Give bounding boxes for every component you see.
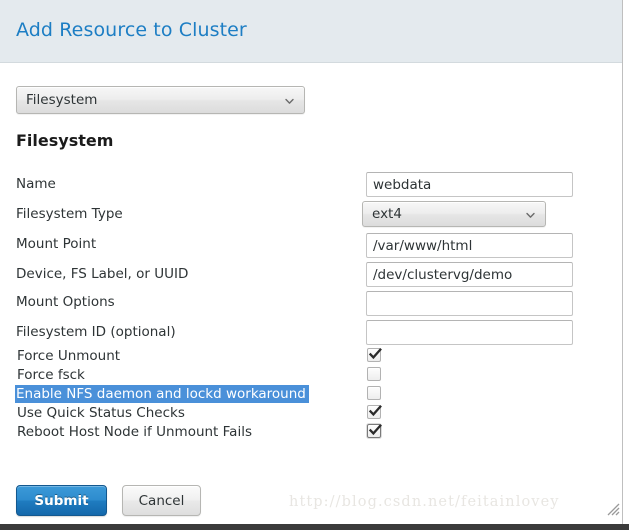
section-heading: Filesystem	[16, 131, 114, 150]
page-title: Add Resource to Cluster	[16, 19, 247, 41]
cancel-button-label: Cancel	[138, 492, 185, 509]
label-reboot-host-node[interactable]: Reboot Host Node if Unmount Fails	[16, 423, 254, 441]
mount-point-input[interactable]: /var/www/html	[366, 233, 573, 258]
label-force-fsck[interactable]: Force fsck	[16, 366, 87, 384]
label-device-fs-label-uuid: Device, FS Label, or UUID	[16, 266, 189, 282]
mount-options-input[interactable]	[366, 291, 573, 316]
watermark-text: http://blog.csdn.net/feitainlovey	[289, 494, 560, 510]
submit-button[interactable]: Submit	[16, 485, 107, 516]
dialog-header: Add Resource to Cluster	[0, 0, 622, 63]
label-use-quick-status[interactable]: Use Quick Status Checks	[16, 404, 187, 422]
label-filesystem-id: Filesystem ID (optional)	[16, 324, 176, 340]
resize-grip-icon[interactable]	[606, 501, 620, 516]
cancel-button[interactable]: Cancel	[122, 485, 201, 516]
label-name: Name	[16, 176, 56, 192]
filesystem-type-value: ext4	[372, 206, 402, 222]
chevron-down-icon	[284, 95, 295, 106]
label-mount-point: Mount Point	[16, 236, 97, 252]
name-input[interactable]: webdata	[366, 172, 573, 197]
resource-type-select[interactable]: Filesystem	[16, 86, 305, 114]
checkbox-use-quick-status[interactable]	[366, 402, 384, 420]
checkmark-icon	[366, 345, 384, 363]
device-fs-label-uuid-input[interactable]: /dev/clustervg/demo	[366, 262, 573, 287]
name-input-value: webdata	[373, 176, 432, 193]
label-enable-nfs-daemon[interactable]: Enable NFS daemon and lockd workaround	[15, 385, 309, 403]
add-resource-dialog: Add Resource to Cluster Filesystem Files…	[0, 0, 623, 524]
checkbox-force-unmount[interactable]	[366, 345, 384, 363]
window-bottom-edge	[0, 524, 629, 530]
chevron-down-icon	[525, 209, 536, 220]
checkbox-enable-nfs-daemon[interactable]	[367, 386, 381, 400]
filesystem-id-input[interactable]	[366, 320, 573, 345]
checkmark-icon	[366, 402, 384, 420]
checkbox-force-fsck[interactable]	[367, 367, 381, 381]
resource-type-value: Filesystem	[26, 92, 98, 108]
mount-point-input-value: /var/www/html	[373, 237, 473, 254]
label-filesystem-type: Filesystem Type	[16, 206, 123, 222]
filesystem-type-select[interactable]: ext4	[362, 201, 546, 227]
submit-button-label: Submit	[34, 492, 89, 509]
checkbox-reboot-host-node[interactable]	[366, 421, 384, 439]
checkmark-icon	[366, 421, 384, 439]
device-fs-label-uuid-input-value: /dev/clustervg/demo	[373, 266, 513, 283]
label-force-unmount[interactable]: Force Unmount	[16, 347, 122, 365]
label-mount-options: Mount Options	[16, 294, 115, 310]
